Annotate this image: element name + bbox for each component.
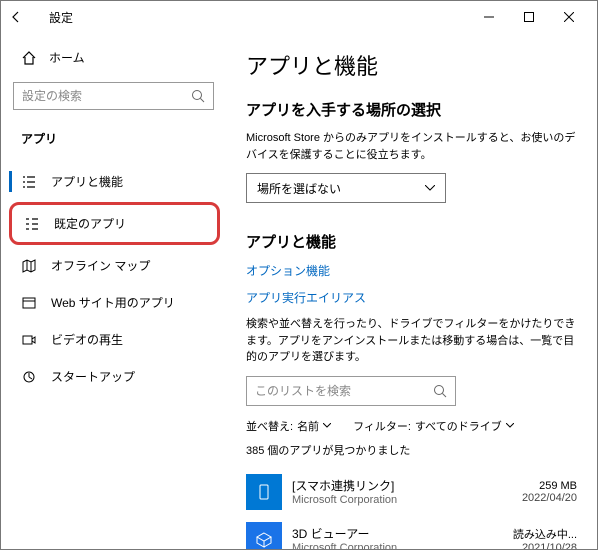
app-name: 3D ビューアー bbox=[292, 525, 503, 542]
sort-filter-row: 並べ替え: 名前 フィルター: すべてのドライブ bbox=[246, 418, 577, 434]
chevron-down-icon bbox=[323, 423, 331, 428]
search-input[interactable] bbox=[22, 89, 191, 103]
defaults-icon bbox=[24, 216, 40, 232]
nav-label: ビデオの再生 bbox=[51, 331, 123, 348]
close-button[interactable] bbox=[549, 3, 589, 31]
nav-apps-features[interactable]: アプリと機能 bbox=[9, 163, 226, 200]
category-label: アプリ bbox=[9, 122, 226, 155]
back-button[interactable] bbox=[9, 10, 33, 24]
list-icon bbox=[21, 174, 37, 190]
nav-label: 既定のアプリ bbox=[54, 215, 126, 232]
highlight-annotation: 既定のアプリ bbox=[9, 202, 220, 245]
nav-list: アプリと機能 既定のアプリ オフライン マップ bbox=[9, 163, 226, 395]
nav-default-apps[interactable]: 既定のアプリ bbox=[12, 205, 217, 242]
maximize-button[interactable] bbox=[509, 3, 549, 31]
minimize-button[interactable] bbox=[469, 3, 509, 31]
app-row[interactable]: 3D ビューアー Microsoft Corporation 読み込み中... … bbox=[246, 516, 577, 550]
source-dropdown[interactable]: 場所を選ばない bbox=[246, 173, 446, 203]
startup-icon bbox=[21, 369, 37, 385]
nav-video[interactable]: ビデオの再生 bbox=[9, 321, 226, 358]
app-date: 2022/04/20 bbox=[522, 492, 577, 504]
search-box[interactable] bbox=[13, 82, 214, 110]
app-icon bbox=[246, 522, 282, 550]
web-icon bbox=[21, 295, 37, 311]
nav-label: オフライン マップ bbox=[51, 257, 150, 274]
sort-control[interactable]: 並べ替え: 名前 bbox=[246, 418, 331, 434]
app-count: 385 個のアプリが見つかりました bbox=[246, 442, 577, 458]
home-button[interactable]: ホーム bbox=[9, 41, 226, 74]
main-panel: アプリと機能 アプリを入手する場所の選択 Microsoft Store からの… bbox=[226, 33, 597, 549]
app-date: 2021/10/28 bbox=[513, 542, 577, 550]
app-publisher: Microsoft Corporation bbox=[292, 542, 503, 549]
apps-section-desc: 検索や並べ替えを行ったり、ドライブでフィルターをかけたりできます。アプリをアンイ… bbox=[246, 316, 577, 366]
app-size: 読み込み中... bbox=[513, 526, 577, 542]
map-icon bbox=[21, 258, 37, 274]
app-size: 259 MB bbox=[522, 480, 577, 492]
window-controls bbox=[469, 3, 589, 31]
nav-startup[interactable]: スタートアップ bbox=[9, 358, 226, 395]
sidebar: ホーム アプリ アプリと機能 既定のアプリ bbox=[1, 33, 226, 549]
apps-section-title: アプリと機能 bbox=[246, 231, 577, 252]
filter-search-box[interactable] bbox=[246, 376, 456, 406]
source-section-title: アプリを入手する場所の選択 bbox=[246, 99, 577, 120]
nav-label: スタートアップ bbox=[51, 368, 135, 385]
filter-input[interactable] bbox=[255, 384, 433, 398]
video-icon bbox=[21, 332, 37, 348]
home-icon bbox=[21, 50, 37, 66]
app-alias-link[interactable]: アプリ実行エイリアス bbox=[246, 289, 577, 306]
nav-label: アプリと機能 bbox=[51, 173, 123, 190]
optional-features-link[interactable]: オプション機能 bbox=[246, 262, 577, 279]
app-row[interactable]: [スマホ連携リンク] Microsoft Corporation 259 MB … bbox=[246, 468, 577, 516]
content: ホーム アプリ アプリと機能 既定のアプリ bbox=[1, 33, 597, 549]
chevron-down-icon bbox=[506, 423, 514, 428]
titlebar: 設定 bbox=[1, 1, 597, 33]
source-section-desc: Microsoft Store からのみアプリをインストールすると、お使いのデバ… bbox=[246, 130, 577, 163]
settings-window: 設定 ホーム アプリ アプリと機能 bbox=[0, 0, 598, 550]
nav-web-apps[interactable]: Web サイト用のアプリ bbox=[9, 284, 226, 321]
chevron-down-icon bbox=[425, 185, 435, 191]
filter-control[interactable]: フィルター: すべてのドライブ bbox=[353, 418, 514, 434]
app-name: [スマホ連携リンク] bbox=[292, 477, 512, 494]
search-icon bbox=[433, 384, 447, 398]
page-heading: アプリと機能 bbox=[246, 49, 577, 81]
window-title: 設定 bbox=[49, 9, 73, 26]
dropdown-value: 場所を選ばない bbox=[257, 180, 341, 197]
home-label: ホーム bbox=[49, 49, 85, 66]
nav-offline-maps[interactable]: オフライン マップ bbox=[9, 247, 226, 284]
app-icon bbox=[246, 474, 282, 510]
app-publisher: Microsoft Corporation bbox=[292, 494, 512, 506]
nav-label: Web サイト用のアプリ bbox=[51, 294, 175, 311]
search-icon bbox=[191, 89, 205, 103]
